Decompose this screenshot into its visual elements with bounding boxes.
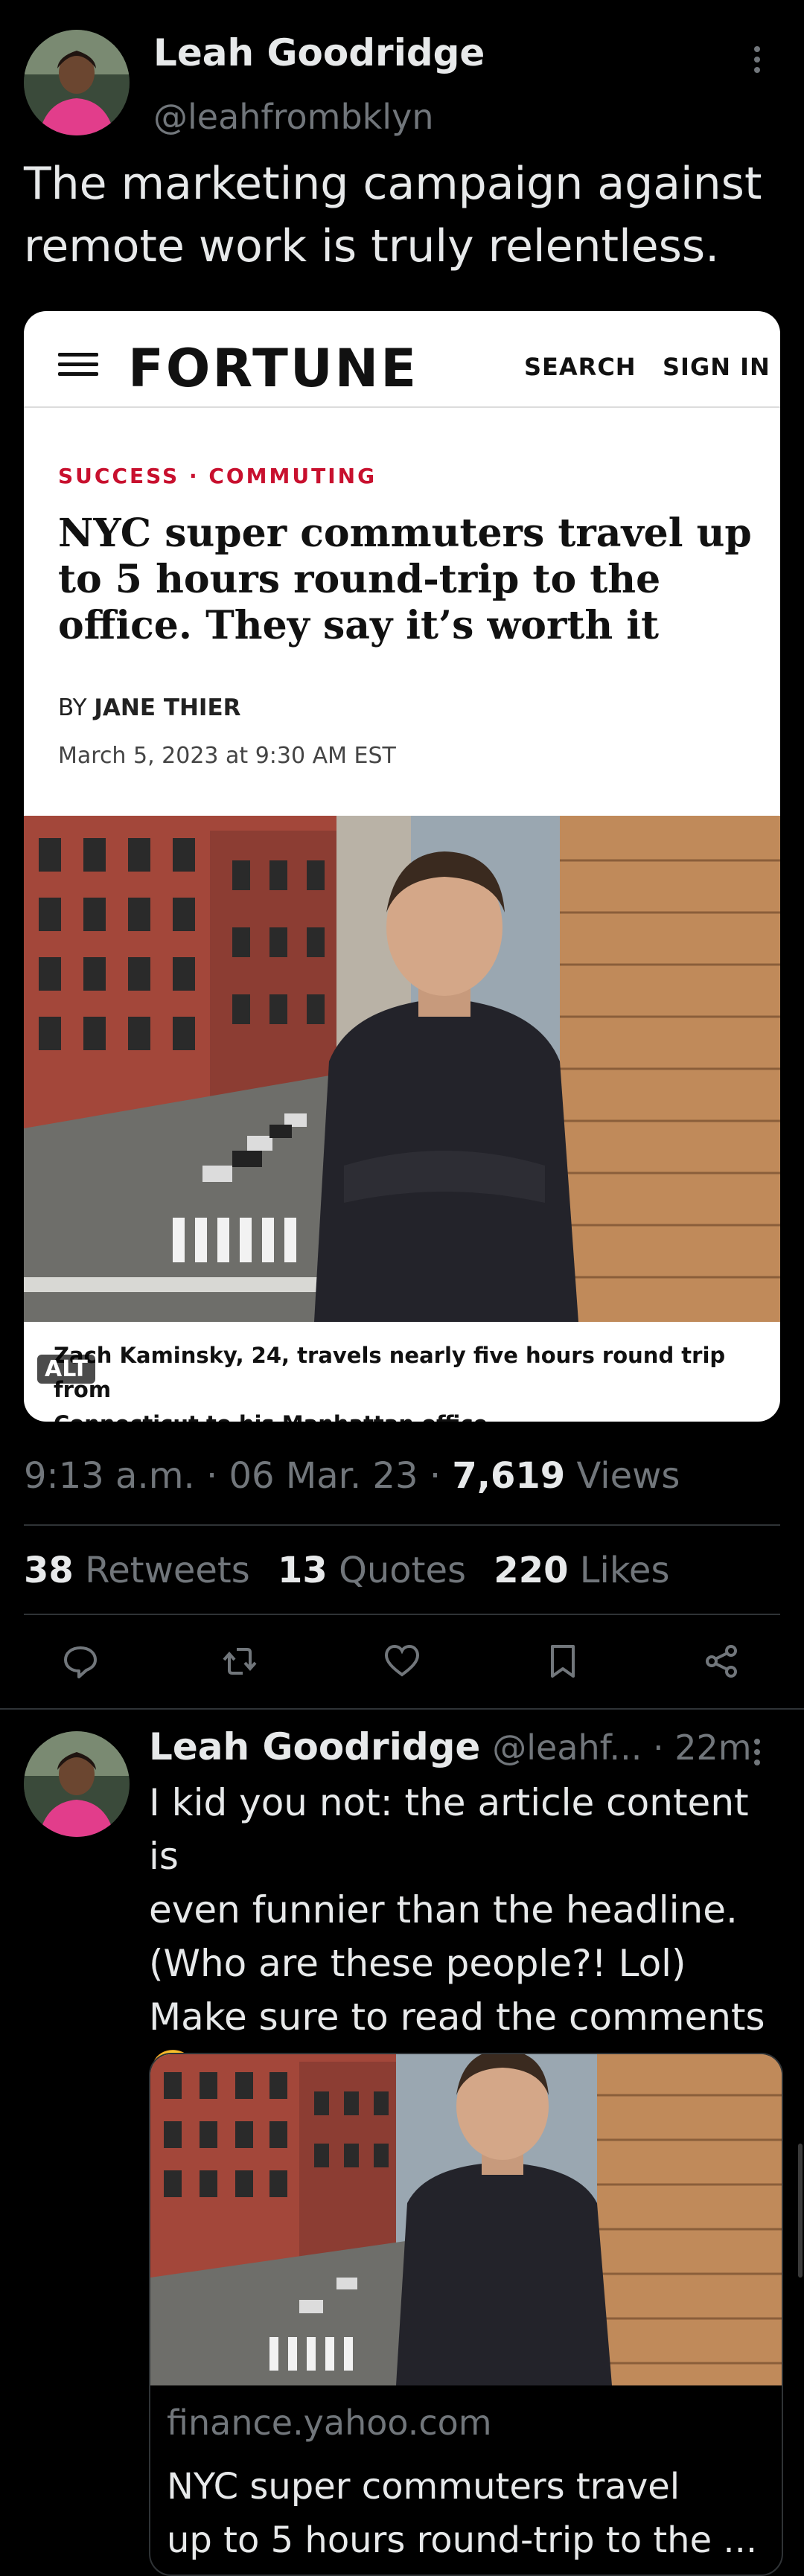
caption-line: Zach Kaminsky, 24, travels nearly five h… [54, 1343, 726, 1402]
divider [0, 1708, 804, 1710]
tweet-text-line: remote work is truly relentless. [24, 220, 720, 272]
signin-label: SIGN IN [663, 353, 770, 381]
article-headline: NYC super commuters travel up to 5 hours… [58, 511, 758, 649]
link-domain: finance.yahoo.com [167, 2403, 492, 2443]
retweet-icon[interactable] [220, 1642, 259, 1681]
reply-icon[interactable] [61, 1642, 100, 1681]
likes-count: 220 [494, 1550, 569, 1591]
views-count: 7,619 [452, 1455, 566, 1497]
street-portrait-photo-icon [24, 816, 780, 1322]
article-photo [24, 816, 780, 1322]
reply-text-line: (Who are these people?! Lol) [149, 1942, 686, 1985]
reply-more-options-icon[interactable] [752, 1737, 762, 1771]
article-date: March 5, 2023 at 9:30 AM EST [58, 743, 396, 769]
reply-header: Leah Goodridge @leahf... · 22m [149, 1725, 752, 1768]
headline-line: office. They say it’s worth it [58, 603, 660, 648]
reply-author-avatar[interactable] [24, 1731, 130, 1837]
author-name[interactable]: Leah Goodridge [153, 31, 485, 74]
tweet-text-line: The marketing campaign against [24, 158, 762, 210]
likes-stat[interactable]: 220 Likes [494, 1550, 669, 1591]
tweet-meta: 9:13 a.m. · 06 Mar. 23 · 7,619 Views [24, 1455, 680, 1497]
retweets-label: Retweets [85, 1550, 250, 1591]
search-label: SEARCH [524, 353, 636, 381]
caption-line: Connecticut to his Manhattan office. [54, 1407, 780, 1422]
avatar-photo-icon [24, 1731, 130, 1837]
quotes-count: 13 [278, 1550, 328, 1591]
tweet-timestamp[interactable]: 9:13 a.m. · 06 Mar. 23 · [24, 1455, 452, 1497]
article-byline: BY JANE THIER [58, 694, 241, 721]
link-card-photo-icon [150, 2054, 782, 2385]
nav-divider [24, 406, 780, 408]
quotes-label: Quotes [339, 1550, 467, 1591]
divider [24, 1614, 780, 1615]
retweets-stat[interactable]: 38 Retweets [24, 1550, 261, 1591]
reply-text-line: Make sure to read the comments [149, 1995, 765, 2039]
tweet-text: The marketing campaign against remote wo… [24, 153, 762, 278]
likes-label: Likes [579, 1550, 670, 1591]
by-label: BY [58, 694, 87, 721]
hamburger-menu-icon [58, 353, 98, 382]
quotes-stat[interactable]: 13 Quotes [278, 1550, 477, 1591]
reply-text: I kid you not: the article content is ev… [149, 1776, 789, 2097]
fortune-logo: FORTUNE [128, 338, 419, 399]
author-avatar[interactable] [24, 30, 130, 135]
author-handle[interactable]: @leahfrombklyn [153, 97, 433, 137]
photo-caption: Zach Kaminsky, 24, travels nearly five h… [54, 1338, 780, 1422]
reply-handle-time[interactable]: @leahf... · 22m [492, 1728, 751, 1768]
article-category: SUCCESS · COMMUTING [58, 464, 377, 488]
views-label: Views [565, 1455, 680, 1497]
reply-text-line: even funnier than the headline. [149, 1888, 738, 1931]
link-title-line: up to 5 hours round-trip to the ... [167, 2519, 758, 2561]
share-icon[interactable] [703, 1642, 741, 1681]
engagement-stats: 38 Retweets 13 Quotes 220 Likes [24, 1550, 669, 1591]
scrollbar[interactable] [798, 2144, 803, 2278]
reply-text-line: I kid you not: the article content is [149, 1781, 749, 1878]
retweets-count: 38 [24, 1550, 74, 1591]
link-title-line: NYC super commuters travel [167, 2466, 680, 2508]
link-title: NYC super commuters travel up to 5 hours… [167, 2460, 770, 2567]
embedded-article-image[interactable]: FORTUNE SEARCH SIGN IN SUCCESS · COMMUTI… [24, 311, 780, 1422]
link-card[interactable]: finance.yahoo.com NYC super commuters tr… [149, 2053, 783, 2576]
avatar-photo-icon [24, 30, 130, 135]
more-options-icon[interactable] [752, 45, 762, 79]
byline-author: JANE THIER [94, 694, 241, 721]
alt-badge[interactable]: ALT [37, 1355, 95, 1384]
reply-author-name[interactable]: Leah Goodridge [149, 1725, 480, 1768]
divider [24, 1524, 780, 1526]
headline-line: NYC super commuters travel up [58, 511, 752, 556]
like-heart-icon[interactable] [383, 1642, 421, 1681]
bookmark-icon[interactable] [543, 1642, 582, 1681]
headline-line: to 5 hours round-trip to the [58, 557, 661, 602]
